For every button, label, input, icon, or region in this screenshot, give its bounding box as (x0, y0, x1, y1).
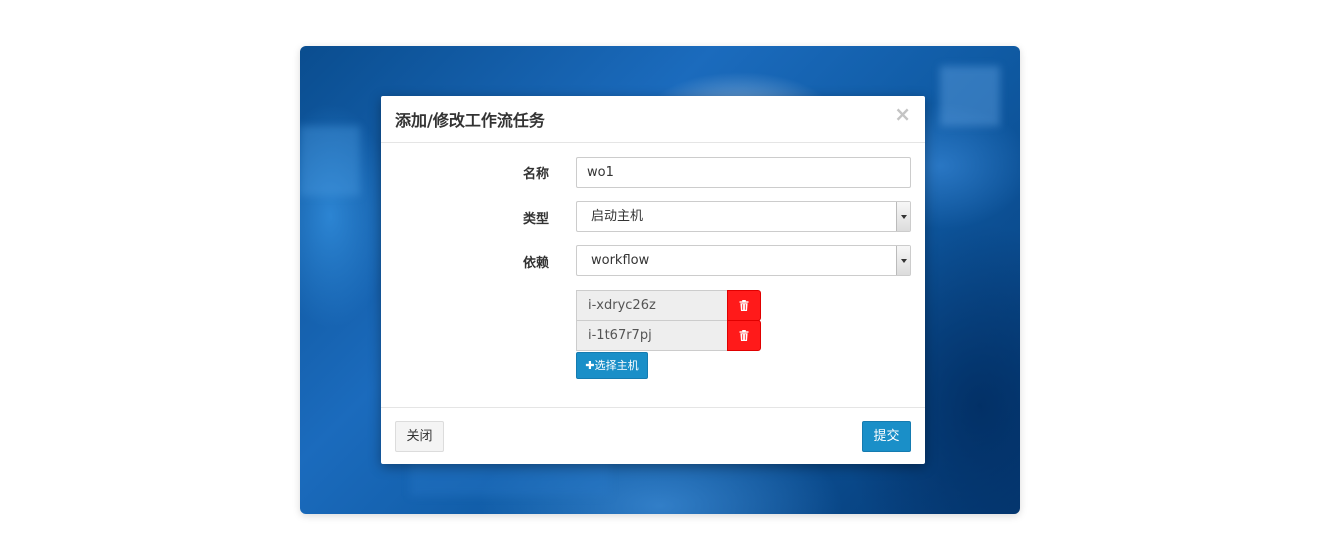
depend-select[interactable]: workflow (576, 245, 911, 276)
delete-host-button[interactable] (727, 290, 761, 321)
workflow-task-modal: 添加/修改工作流任务 × 名称 wo1 类型 启动主机 依赖 workflow … (381, 96, 925, 464)
select-host-button[interactable]: ✚选择主机 (576, 352, 648, 379)
chevron-down-icon (896, 202, 910, 231)
depend-select-value: workflow (591, 253, 650, 268)
depend-label: 依赖 (522, 256, 549, 271)
close-icon[interactable]: × (894, 104, 911, 124)
name-input[interactable]: wo1 (576, 157, 911, 188)
host-list-item: i-xdryc26z (576, 290, 761, 321)
name-label: 名称 (522, 167, 549, 182)
close-button[interactable]: 关闭 (395, 421, 444, 452)
type-select-value: 启动主机 (591, 209, 644, 224)
host-name: i-1t67r7pj (576, 320, 727, 351)
modal-footer: 关闭 提交 (381, 407, 925, 464)
modal-header: 添加/修改工作流任务 × (381, 96, 925, 143)
host-name: i-xdryc26z (576, 290, 727, 321)
type-label: 类型 (522, 212, 549, 227)
delete-host-button[interactable] (727, 320, 761, 351)
modal-title: 添加/修改工作流任务 (395, 111, 545, 130)
trash-icon (739, 300, 749, 311)
host-list-item: i-1t67r7pj (576, 320, 761, 351)
trash-icon (739, 330, 749, 341)
submit-button[interactable]: 提交 (862, 421, 911, 452)
type-select[interactable]: 启动主机 (576, 201, 911, 232)
chevron-down-icon (896, 246, 910, 275)
